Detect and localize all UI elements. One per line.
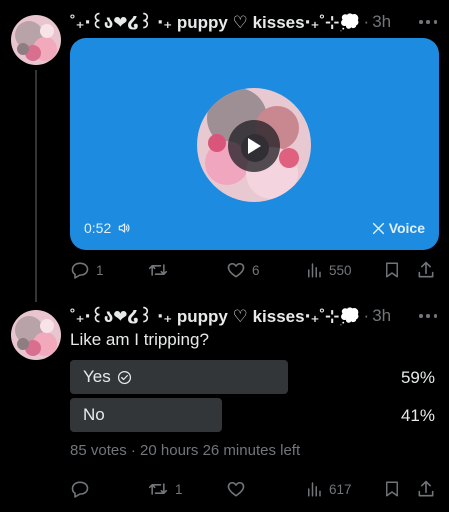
tweet-actions: 1 617	[70, 478, 439, 500]
avatar-image	[11, 15, 61, 65]
like-button[interactable]: 6	[226, 259, 260, 281]
more-icon[interactable]	[419, 313, 437, 319]
share-icon	[418, 261, 434, 278]
view-count: 550	[329, 262, 352, 278]
voice-card[interactable]: 0:52 Voice	[70, 38, 439, 250]
reply-count: 1	[96, 262, 104, 278]
reply-button[interactable]: 1	[70, 259, 104, 281]
views-button[interactable]: 617	[305, 478, 352, 500]
like-button[interactable]	[226, 478, 252, 500]
reply-button[interactable]	[70, 478, 96, 500]
voice-badge: Voice	[372, 220, 425, 236]
thread-connector	[35, 70, 37, 302]
like-icon	[227, 481, 245, 497]
tweet-text: Like am I tripping?	[70, 330, 209, 349]
poll-option-percent: 41%	[400, 406, 435, 425]
timestamp[interactable]: 3h	[372, 306, 391, 326]
tweet-header: ˚₊‧꒰ა❤︎໒꒱ ‧₊ puppy ♡ kisses‧₊˚⊹💭 · 3h	[70, 305, 391, 327]
poll-option-label: No	[83, 405, 105, 424]
views-icon	[308, 482, 321, 497]
volume-icon[interactable]	[117, 221, 131, 235]
reply-icon	[71, 262, 89, 279]
poll-option-no: No	[70, 398, 222, 432]
avatar[interactable]	[11, 15, 61, 65]
repost-icon	[148, 264, 168, 276]
views-button[interactable]: 550	[305, 259, 352, 281]
repost-count: 1	[175, 481, 183, 497]
repost-button[interactable]: 1	[147, 478, 183, 500]
play-icon	[248, 138, 261, 154]
share-button[interactable]	[416, 259, 436, 281]
view-count: 617	[329, 481, 352, 497]
voice-duration: 0:52	[84, 220, 131, 236]
timestamp[interactable]: 3h	[372, 12, 391, 32]
poll-option-yes: Yes	[70, 360, 288, 394]
views-icon	[308, 263, 321, 278]
reply-icon	[71, 481, 89, 498]
bookmark-button[interactable]	[383, 478, 401, 500]
x-logo-icon	[372, 222, 384, 234]
poll-option-percent: 59%	[400, 368, 435, 387]
bookmark-icon	[386, 481, 398, 497]
avatar-image	[11, 310, 61, 360]
separator-dot: ·	[363, 306, 370, 325]
duration-text: 0:52	[84, 220, 112, 236]
author-name[interactable]: ˚₊‧꒰ა❤︎໒꒱ ‧₊ puppy ♡ kisses‧₊˚⊹💭	[70, 305, 361, 327]
voice-label-text: Voice	[388, 220, 425, 236]
author-name[interactable]: ˚₊‧꒰ა❤︎໒꒱ ‧₊ puppy ♡ kisses‧₊˚⊹💭	[70, 11, 361, 33]
tweet-header: ˚₊‧꒰ა❤︎໒꒱ ‧₊ puppy ♡ kisses‧₊˚⊹💭 · 3h	[70, 11, 391, 33]
like-count: 6	[252, 262, 260, 278]
poll-option-label: Yes	[83, 367, 111, 386]
bookmark-icon	[386, 262, 398, 278]
separator-dot: ·	[363, 12, 370, 31]
more-icon[interactable]	[419, 19, 437, 25]
play-button[interactable]	[228, 120, 280, 172]
poll-meta: 85 votes · 20 hours 26 minutes left	[70, 442, 301, 459]
avatar[interactable]	[11, 310, 61, 360]
share-button[interactable]	[416, 478, 436, 500]
tweet-actions: 1 6 550	[70, 259, 439, 281]
share-icon	[418, 480, 434, 497]
like-icon	[227, 262, 245, 278]
check-circle-icon	[117, 370, 131, 384]
bookmark-button[interactable]	[383, 259, 401, 281]
repost-icon	[148, 483, 168, 495]
repost-button[interactable]	[147, 259, 175, 281]
